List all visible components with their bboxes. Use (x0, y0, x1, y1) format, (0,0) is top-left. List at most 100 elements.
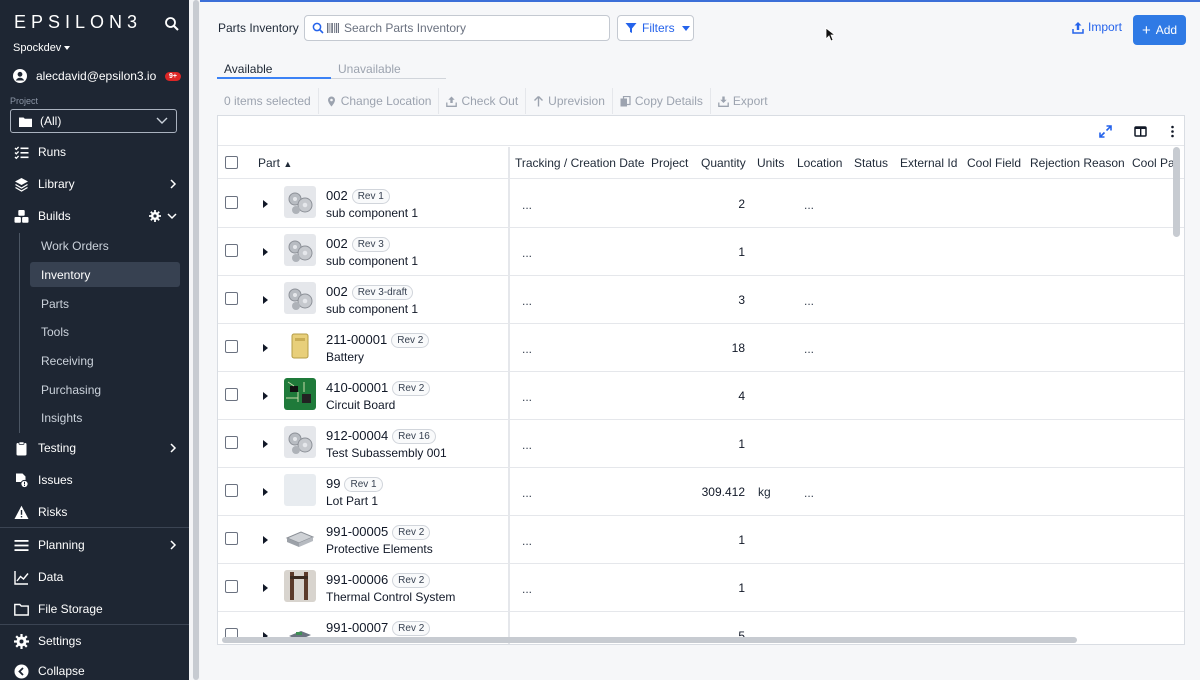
nav-library[interactable]: Library (0, 171, 189, 197)
table-row[interactable]: 99 Rev 1 Lot Part 1... 309.412 kg... (218, 468, 1184, 516)
table-row[interactable]: 002 Rev 1 sub component 1... 2... (218, 180, 1184, 228)
column-header-cool-par[interactable]: Cool Par (1132, 156, 1179, 170)
subnav-tools[interactable]: Tools (30, 319, 180, 344)
table-horizontal-scrollbar[interactable] (222, 637, 1077, 643)
workspace-switcher[interactable]: Spockdev (13, 42, 71, 54)
location-cell[interactable]: ... (804, 198, 814, 212)
part-number[interactable]: 991-00007 Rev 2 (326, 620, 431, 636)
row-checkbox[interactable] (225, 580, 238, 593)
copy-details-button[interactable]: Copy Details (613, 88, 711, 114)
table-row[interactable]: 211-00001 Rev 2 Battery... 18... (218, 324, 1184, 372)
nav-collapse[interactable]: Collapse (0, 658, 189, 680)
part-thumbnail[interactable] (284, 234, 316, 266)
row-checkbox[interactable] (225, 532, 238, 545)
tab-unavailable[interactable]: Unavailable (331, 62, 446, 79)
export-button[interactable]: Export (711, 88, 775, 114)
row-checkbox[interactable] (225, 436, 238, 449)
table-row[interactable]: 002 Rev 3-draft sub component 1... 3... (218, 276, 1184, 324)
row-checkbox[interactable] (225, 388, 238, 401)
subnav-purchasing[interactable]: Purchasing (30, 377, 180, 402)
gear-icon[interactable] (149, 210, 161, 222)
location-cell[interactable]: ... (804, 294, 814, 308)
nav-data[interactable]: Data (0, 564, 189, 590)
row-checkbox[interactable] (225, 196, 238, 209)
tracking-cell[interactable]: ... (522, 486, 532, 500)
expand-row-icon[interactable] (263, 488, 268, 496)
notification-badge[interactable]: 9+ (165, 71, 181, 81)
column-header-status[interactable]: Status (854, 156, 888, 170)
expand-row-icon[interactable] (263, 392, 268, 400)
part-thumbnail[interactable] (284, 426, 316, 458)
nav-risks[interactable]: Risks (0, 499, 189, 525)
subnav-insights[interactable]: Insights (30, 405, 180, 430)
select-all-checkbox[interactable] (225, 156, 238, 169)
change-location-button[interactable]: Change Location (319, 88, 440, 114)
column-header-rejection-reason[interactable]: Rejection Reason (1030, 156, 1125, 170)
table-row[interactable]: 991-00006 Rev 2 Thermal Control System... 1 (218, 564, 1184, 612)
nav-runs[interactable]: Runs (0, 139, 189, 165)
tracking-cell[interactable]: ... (522, 582, 532, 596)
search-box[interactable] (304, 15, 610, 41)
project-select[interactable]: (All) (10, 109, 177, 133)
search-icon[interactable] (164, 16, 180, 32)
table-row[interactable]: 991-00005 Rev 2 Protective Elements... 1 (218, 516, 1184, 564)
row-checkbox[interactable] (225, 484, 238, 497)
table-vertical-scrollbar[interactable] (1173, 147, 1180, 237)
import-button[interactable]: Import (1072, 20, 1122, 34)
part-thumbnail[interactable] (284, 522, 316, 554)
app-logo[interactable]: EPSILON3 (14, 12, 142, 33)
expand-row-icon[interactable] (263, 344, 268, 352)
columns-icon[interactable] (1134, 125, 1147, 138)
search-input[interactable] (344, 21, 594, 35)
column-header-location[interactable]: Location (797, 156, 842, 170)
subnav-receiving[interactable]: Receiving (30, 348, 180, 373)
part-number[interactable]: 002 Rev 1 (326, 188, 390, 204)
row-checkbox[interactable] (225, 292, 238, 305)
subnav-work-orders[interactable]: Work Orders (30, 233, 180, 258)
tracking-cell[interactable]: ... (522, 390, 532, 404)
table-row[interactable]: 410-00001 Rev 2 Circuit Board... 4 (218, 372, 1184, 420)
table-row[interactable]: 912-00004 Rev 16 Test Subassembly 001... 1 (218, 420, 1184, 468)
row-checkbox[interactable] (225, 340, 238, 353)
part-thumbnail[interactable] (284, 474, 316, 506)
column-header-units[interactable]: Units (757, 156, 784, 170)
part-number[interactable]: 002 Rev 3-draft (326, 284, 414, 300)
nav-testing[interactable]: Testing (0, 435, 189, 461)
expand-row-icon[interactable] (263, 248, 268, 256)
expand-row-icon[interactable] (263, 296, 268, 304)
part-thumbnail[interactable] (284, 330, 316, 362)
expand-row-icon[interactable] (263, 440, 268, 448)
expand-row-icon[interactable] (263, 200, 268, 208)
tracking-cell[interactable]: ... (522, 198, 532, 212)
tracking-cell[interactable]: ... (522, 534, 532, 548)
column-header-project[interactable]: Project (651, 156, 688, 170)
expand-row-icon[interactable] (263, 584, 268, 592)
part-thumbnail[interactable] (284, 378, 316, 410)
filters-button[interactable]: Filters (617, 15, 694, 41)
subnav-inventory[interactable]: Inventory (30, 262, 180, 287)
column-header-part[interactable]: Part ▲ (258, 156, 292, 170)
part-thumbnail[interactable] (284, 282, 316, 314)
tracking-cell[interactable]: ... (522, 294, 532, 308)
part-number[interactable]: 211-00001 Rev 2 (326, 332, 430, 348)
part-number[interactable]: 002 Rev 3 (326, 236, 390, 252)
location-cell[interactable]: ... (804, 342, 814, 356)
column-header-cool-field[interactable]: Cool Field (967, 156, 1021, 170)
part-thumbnail[interactable] (284, 570, 316, 602)
part-number[interactable]: 99 Rev 1 (326, 476, 383, 492)
column-header-external-id[interactable]: External Id (900, 156, 957, 170)
column-header-quantity[interactable]: Quantity (701, 156, 746, 170)
uprevision-button[interactable]: Uprevision (526, 88, 613, 114)
nav-issues[interactable]: Issues (0, 467, 189, 493)
nav-file-storage[interactable]: File Storage (0, 596, 189, 622)
check-out-button[interactable]: Check Out (439, 88, 527, 114)
tracking-cell[interactable]: ... (522, 342, 532, 356)
location-cell[interactable]: ... (804, 486, 814, 500)
part-number[interactable]: 912-00004 Rev 16 (326, 428, 436, 444)
table-row[interactable]: 002 Rev 3 sub component 1... 1 (218, 228, 1184, 276)
tracking-cell[interactable]: ... (522, 438, 532, 452)
expand-icon[interactable] (1099, 125, 1112, 138)
user-menu[interactable]: alecdavid@epsilon3.io 9+ (13, 67, 181, 85)
subnav-parts[interactable]: Parts (30, 291, 180, 316)
sidebar-scrollbar[interactable] (193, 0, 199, 680)
